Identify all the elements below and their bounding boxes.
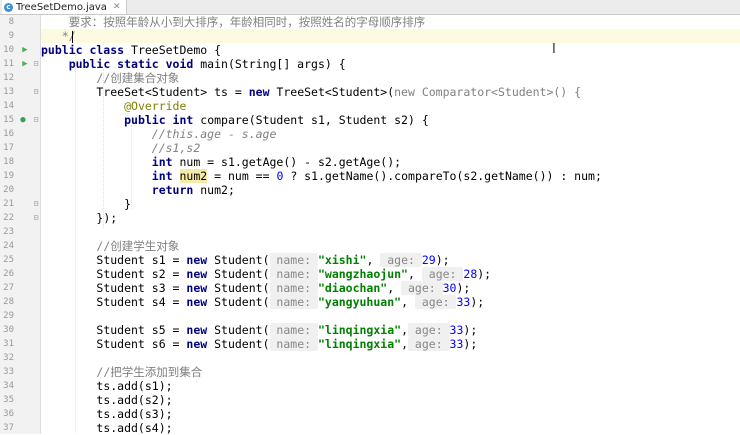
param-hint-age: age: — [408, 337, 450, 351]
param-hint-age: age: — [421, 267, 464, 281]
java-class-icon: c — [4, 2, 13, 12]
code-line-36: ts.add(s3); — [96, 407, 173, 421]
editor-gutter: 8 9 10 ▶ 11 ▶ ⊟ 12 13 ⊟ 14 15 ● ⊟ 16 17 18 19 20 21 ⊟ 22 ⊟ 23 24… — [0, 15, 41, 434]
line-number: 13 — [3, 87, 14, 97]
code-line-14: @Override — [124, 99, 187, 113]
line-number: 10 — [3, 45, 14, 55]
line-number: 32 — [3, 353, 14, 363]
param-hint-name: name: — [269, 253, 318, 267]
param-hint-name: name: — [269, 323, 318, 337]
mouse-ibeam-cursor-icon: I — [552, 42, 556, 57]
code-line-22: }); — [96, 211, 118, 225]
code-line-8: 要求：按照年龄从小到大排序，年龄相同时，按照姓名的字母顺序排序 — [68, 15, 426, 29]
editor-tab-treesetdemo[interactable]: c TreeSetDemo.java ✕ — [2, 0, 128, 14]
code-line-11: public static void main(String[] args) { — [68, 57, 346, 71]
code-line-28: Student s4 = new Student( name: "yangyuh… — [96, 295, 485, 309]
line-number: 24 — [3, 241, 14, 251]
code-line-18: int num = s1.getAge() - s2.getAge(); — [151, 155, 402, 169]
fold-end-icon[interactable]: ⊟ — [31, 211, 41, 225]
code-line-9: */ — [41, 29, 740, 43]
line-number: 37 — [3, 423, 14, 433]
code-line-34: ts.add(s1); — [96, 379, 173, 393]
code-line-24: //创建学生对象 — [96, 239, 180, 253]
param-hint-age: age: — [414, 295, 457, 309]
line-number: 35 — [3, 395, 14, 405]
line-number: 31 — [3, 339, 14, 349]
line-number: 26 — [3, 269, 14, 279]
line-number: 15 — [3, 115, 14, 125]
editor-tab-bar: c TreeSetDemo.java ✕ — [0, 0, 740, 15]
tab-filename: TreeSetDemo.java — [16, 1, 107, 13]
code-line-16: //this.age - s.age — [151, 127, 277, 141]
line-number: 36 — [3, 409, 14, 419]
line-number: 30 — [3, 325, 14, 335]
line-number: 27 — [3, 283, 14, 293]
line-number: 9 — [8, 31, 14, 41]
line-number: 34 — [3, 381, 14, 391]
run-gutter-icon[interactable]: ▶ — [20, 43, 30, 57]
override-method-icon[interactable]: ● — [18, 113, 28, 127]
code-line-13: TreeSet<Student> ts = new TreeSet<Studen… — [96, 85, 582, 99]
code-line-21: } — [124, 197, 132, 211]
fold-toggle-icon[interactable]: ⊟ — [31, 113, 41, 127]
line-number: 22 — [3, 213, 14, 223]
line-number: 8 — [8, 17, 14, 27]
close-tab-icon[interactable]: ✕ — [113, 2, 121, 12]
code-line-30: Student s5 = new Student( name: "linqing… — [96, 323, 478, 337]
line-number: 12 — [3, 73, 14, 83]
param-hint-age: age: — [401, 281, 443, 295]
line-number: 20 — [3, 185, 14, 195]
line-number: 23 — [3, 227, 14, 237]
code-line-33: //把学生添加到集合 — [96, 365, 203, 379]
param-hint-age: age: — [408, 323, 450, 337]
line-number: 33 — [3, 367, 14, 377]
code-line-35: ts.add(s2); — [96, 393, 173, 407]
code-line-20: return num2; — [151, 183, 235, 197]
line-number: 21 — [3, 199, 14, 209]
fold-end-icon[interactable]: ⊟ — [31, 197, 41, 211]
line-number: 17 — [3, 143, 14, 153]
line-number: 19 — [3, 171, 14, 181]
param-hint-name: name: — [269, 337, 318, 351]
code-line-26: Student s2 = new Student( name: "wangzha… — [96, 267, 492, 281]
param-hint-name: name: — [269, 281, 318, 295]
highlighted-identifier: num2 — [179, 169, 208, 183]
run-gutter-icon[interactable]: ▶ — [20, 57, 30, 71]
code-line-31: Student s6 = new Student( name: "linqing… — [96, 337, 478, 351]
param-hint-name: name: — [269, 267, 318, 281]
param-hint-name: name: — [269, 295, 318, 309]
code-line-19: int num2 = num == 0 ? s1.getName().compa… — [151, 169, 602, 183]
code-line-25: Student s1 = new Student( name: "xishi",… — [96, 253, 450, 267]
code-line-12: //创建集合对象 — [96, 71, 180, 85]
code-editor[interactable]: 要求：按照年龄从小到大排序，年龄相同时，按照姓名的字母顺序排序 */ publi… — [41, 15, 740, 434]
code-line-17: //s1,s2 — [151, 141, 201, 155]
text-caret — [72, 31, 73, 43]
line-number: 11 — [3, 59, 14, 69]
line-number: 28 — [3, 297, 14, 307]
fold-toggle-icon[interactable]: ⊟ — [31, 85, 41, 99]
line-number: 14 — [3, 101, 14, 111]
fold-toggle-icon[interactable]: ⊟ — [31, 57, 41, 71]
code-line-37: ts.add(s4); — [96, 421, 173, 434]
line-number: 29 — [3, 311, 14, 321]
code-line-15: public int compare(Student s1, Student s… — [124, 113, 429, 127]
code-line-27: Student s3 = new Student( name: "diaocha… — [96, 281, 471, 295]
line-number: 25 — [3, 255, 14, 265]
param-hint-age: age: — [380, 253, 422, 267]
line-number: 16 — [3, 129, 14, 139]
line-number: 18 — [3, 157, 14, 167]
code-line-10: public class TreeSetDemo { — [41, 43, 222, 57]
